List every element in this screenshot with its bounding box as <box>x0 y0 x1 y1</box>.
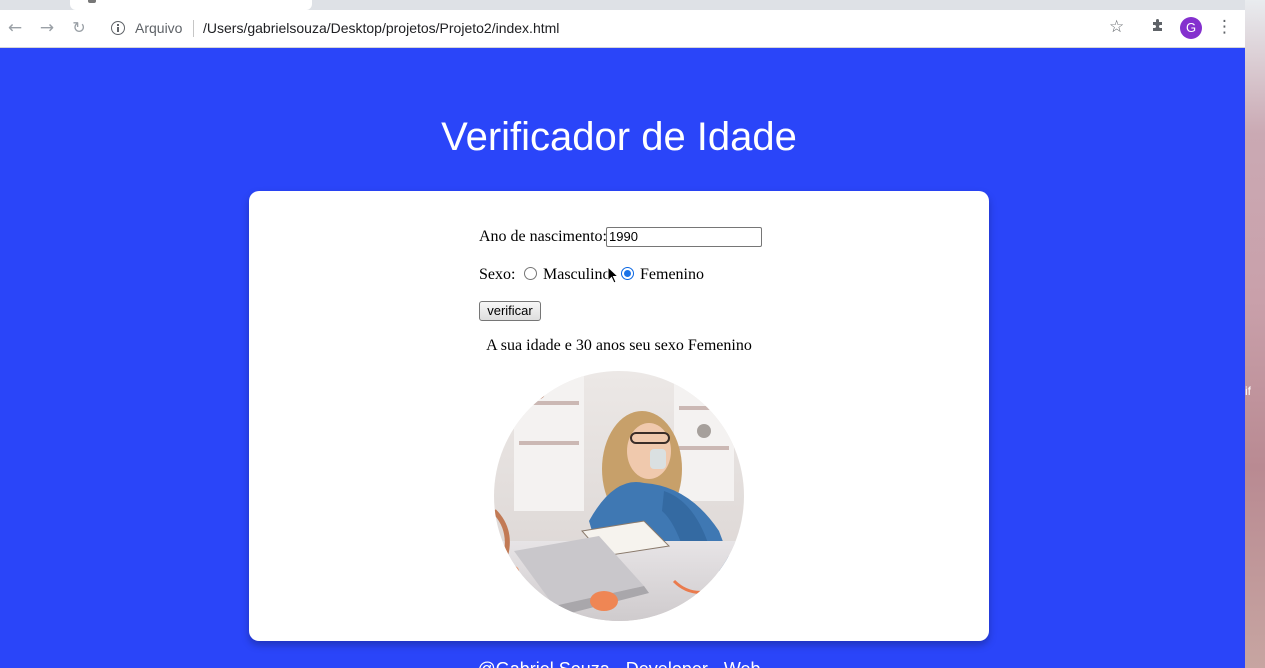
result-text: A sua idade e 30 anos seu sexo Femenino <box>486 337 752 354</box>
form-card: Ano de nascimento: 1990 Sexo: Masculino … <box>249 191 989 641</box>
mouse-cursor-icon <box>607 266 619 284</box>
sex-label: Sexo: <box>479 266 516 283</box>
woman-drinking-photo <box>494 371 744 621</box>
browser-toolbar: ← → ↻ Arquivo /Users/gabrielsouza/Deskto… <box>0 10 1245 48</box>
tab-active[interactable] <box>70 0 312 10</box>
star-icon[interactable]: ☆ <box>1109 17 1124 37</box>
avatar[interactable]: G <box>1180 17 1202 39</box>
radio-femenino-label[interactable]: Femenino <box>640 266 704 284</box>
info-icon[interactable] <box>111 21 125 35</box>
tab-inactive[interactable] <box>0 0 70 10</box>
puzzle-extension-icon[interactable] <box>1150 17 1166 37</box>
address-bar-url[interactable]: /Users/gabrielsouza/Desktop/projetos/Pro… <box>203 20 559 36</box>
address-label: Arquivo <box>135 20 183 36</box>
footer-text: @Gabriel Souza - Developer - Web <box>249 659 989 668</box>
radio-masculino-label[interactable]: Masculino <box>543 266 611 284</box>
page-title: Verificador de Idade <box>441 115 797 159</box>
result-photo <box>494 371 744 621</box>
kebab-menu-icon[interactable]: ⋮ <box>1216 17 1233 37</box>
forward-arrow-icon[interactable]: → <box>37 18 57 38</box>
reload-icon[interactable]: ↻ <box>69 18 89 38</box>
desktop-background <box>1245 0 1265 668</box>
verify-button[interactable]: verificar <box>479 301 541 321</box>
year-input[interactable]: 1990 <box>606 227 762 247</box>
back-arrow-icon[interactable]: ← <box>5 18 25 38</box>
puzzle-extension-icon-svg <box>1153 19 1162 31</box>
tab-strip <box>0 0 1245 10</box>
desktop-edge-text: if <box>1245 384 1251 398</box>
radio-masculino[interactable] <box>524 267 537 280</box>
radio-femenino[interactable] <box>621 267 634 280</box>
year-label: Ano de nascimento: <box>479 228 607 245</box>
address-separator <box>193 20 194 37</box>
